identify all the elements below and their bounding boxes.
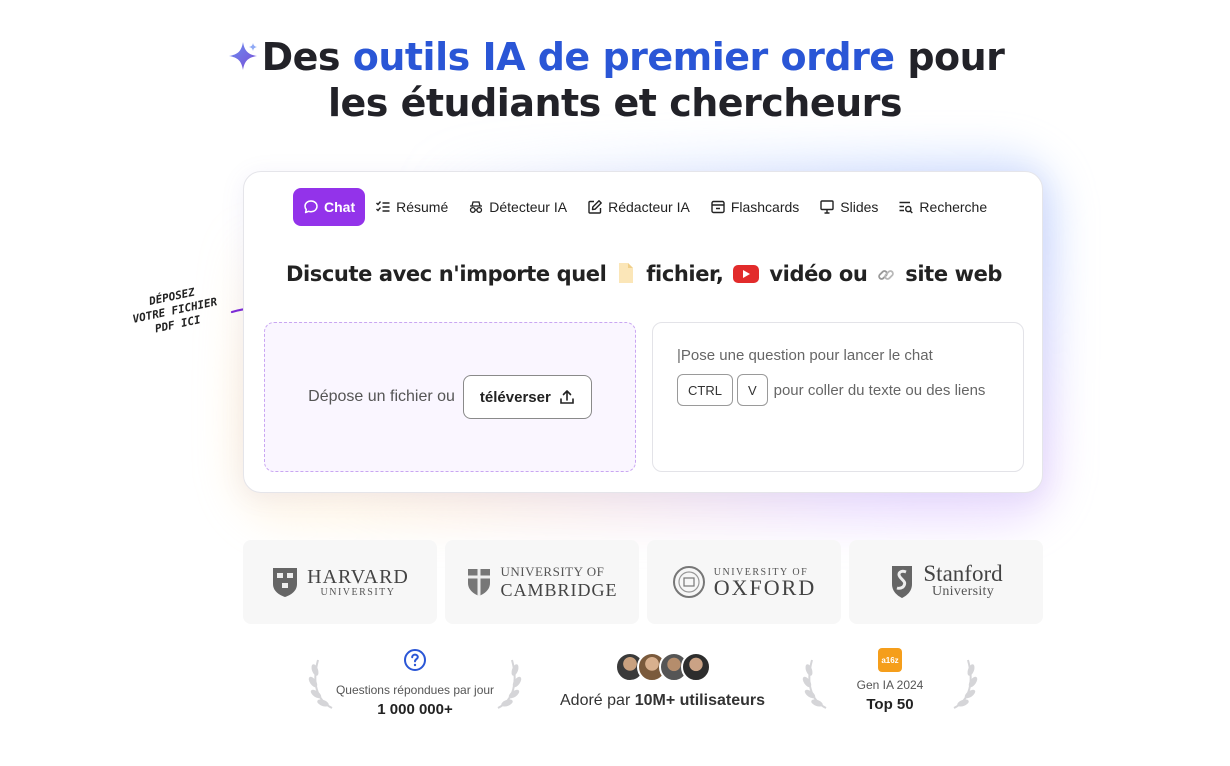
logo-cambridge-name: CAMBRIDGE [500, 580, 618, 600]
logo-cambridge: UNIVERSITY OF CAMBRIDGE [445, 540, 639, 624]
a16z-badge-icon: a16z [878, 648, 902, 672]
tab-resume[interactable]: Résumé [365, 188, 458, 226]
stat-questions-label: Questions répondues par jour [335, 683, 495, 697]
link-icon [878, 270, 895, 280]
harvard-shield-icon [273, 568, 298, 597]
upload-icon [560, 390, 574, 404]
university-logos: HARVARD UNIVERSITY UNIVERSITY OF CAMBRID… [243, 540, 1043, 624]
tab-redacteur-ia-label: Rédacteur IA [608, 199, 690, 215]
drop-hint-note: DÉPOSEZ VOTRE FICHIER PDF ICI [117, 279, 233, 343]
search-list-icon [899, 201, 914, 214]
hero-title-suffix: pour [907, 35, 1005, 79]
cambridge-shield-icon [468, 569, 491, 596]
stanford-shield-icon [892, 566, 913, 598]
tab-flashcards[interactable]: Flashcards [700, 188, 809, 226]
tab-detecteur-ia[interactable]: Détecteur IA [458, 188, 577, 226]
card-icon [711, 200, 725, 214]
tool-card: Chat Résumé Détecteur IA Rédacteur IA Fl… [243, 171, 1043, 493]
stat-award-value: Top 50 [866, 696, 914, 713]
chat-placeholder: |Pose une question pour lancer le chat [677, 347, 933, 364]
stat-users-value: 10M+ utilisateurs [634, 692, 765, 709]
laurel-right-icon [953, 659, 978, 709]
stat-questions-value: 1 000 000+ [377, 701, 453, 718]
tab-chat[interactable]: Chat [293, 188, 366, 226]
logo-stanford-name: Stanford [923, 561, 1003, 586]
card-heading-site: site web [905, 262, 1003, 286]
tab-redacteur-ia[interactable]: Rédacteur IA [577, 188, 700, 226]
checklist-icon [376, 201, 390, 212]
upload-button[interactable]: téléverser [462, 375, 592, 419]
stat-users: Adoré par 10M+ utilisateurs [550, 652, 775, 710]
tab-chat-label: Chat [324, 199, 356, 215]
tab-recherche[interactable]: Recherche [888, 188, 997, 226]
tab-recherche-label: Recherche [919, 199, 988, 215]
stat-award-label: Gen IA 2024 [856, 678, 924, 692]
tab-resume-label: Résumé [396, 199, 449, 215]
card-heading-part1: Discute avec n'importe quel [285, 262, 607, 286]
file-icon [619, 263, 634, 283]
sparkle-icon [226, 37, 260, 71]
card-heading-file: fichier, [646, 262, 724, 286]
logo-stanford-sub: University [931, 584, 995, 599]
logo-cambridge-pre: UNIVERSITY OF [500, 564, 605, 579]
dropzone-text: Dépose un fichier ou [308, 388, 455, 405]
hero-title-accent: outils IA de premier ordre [352, 35, 895, 79]
stat-users-text: Adoré par 10M+ utilisateurs [550, 692, 775, 710]
tab-slides-label: Slides [840, 199, 879, 215]
a16z-badge-text: a16z [881, 655, 899, 665]
tab-flashcards-label: Flashcards [730, 199, 800, 215]
hero-title-prefix: Des [261, 35, 341, 79]
chat-input[interactable]: |Pose une question pour lancer le chat C… [652, 322, 1024, 472]
file-dropzone[interactable]: Dépose un fichier ou téléverser [264, 322, 636, 472]
stat-questions: Questions répondues par jour 1 000 000+ [330, 648, 500, 718]
avatar [680, 652, 711, 682]
card-heading: Discute avec n'importe quel fichier, vid… [244, 262, 1044, 286]
stat-users-prefix: Adoré par [560, 692, 631, 709]
user-avatars [550, 652, 775, 682]
chat-bubble-icon [304, 200, 318, 214]
tool-tabs: Chat Résumé Détecteur IA Rédacteur IA Fl… [293, 188, 997, 226]
hero-title-line2: les étudiants et chercheurs [327, 81, 903, 125]
logo-oxford-name: OXFORD [713, 574, 817, 600]
paste-hint-text: pour coller du texte ou des liens [773, 381, 986, 399]
v-key: V [736, 374, 768, 406]
logo-harvard: HARVARD UNIVERSITY [243, 540, 437, 624]
tab-detecteur-ia-label: Détecteur IA [489, 199, 568, 215]
edit-icon [588, 200, 602, 214]
logo-harvard-name: HARVARD [307, 565, 409, 588]
question-circle-icon [404, 649, 426, 671]
presentation-icon [820, 200, 834, 214]
oxford-seal-icon [672, 566, 705, 598]
card-heading-video: vidéo ou [769, 262, 868, 286]
laurel-left-icon [802, 659, 827, 709]
spy-glasses-icon [470, 201, 483, 213]
youtube-icon [733, 265, 760, 283]
logo-harvard-sub: UNIVERSITY [320, 586, 396, 598]
logo-stanford: Stanford University [849, 540, 1043, 624]
tab-slides[interactable]: Slides [809, 188, 888, 226]
logo-oxford: UNIVERSITY OF OXFORD [647, 540, 841, 624]
ctrl-key: CTRL [677, 374, 733, 406]
hero-title: Des outils IA de premier ordre pour les … [0, 34, 1230, 126]
paste-hint: CTRL V pour coller du texte ou des liens [677, 374, 1023, 406]
stat-award: a16z Gen IA 2024 Top 50 [840, 648, 940, 713]
upload-button-label: téléverser [479, 388, 551, 406]
